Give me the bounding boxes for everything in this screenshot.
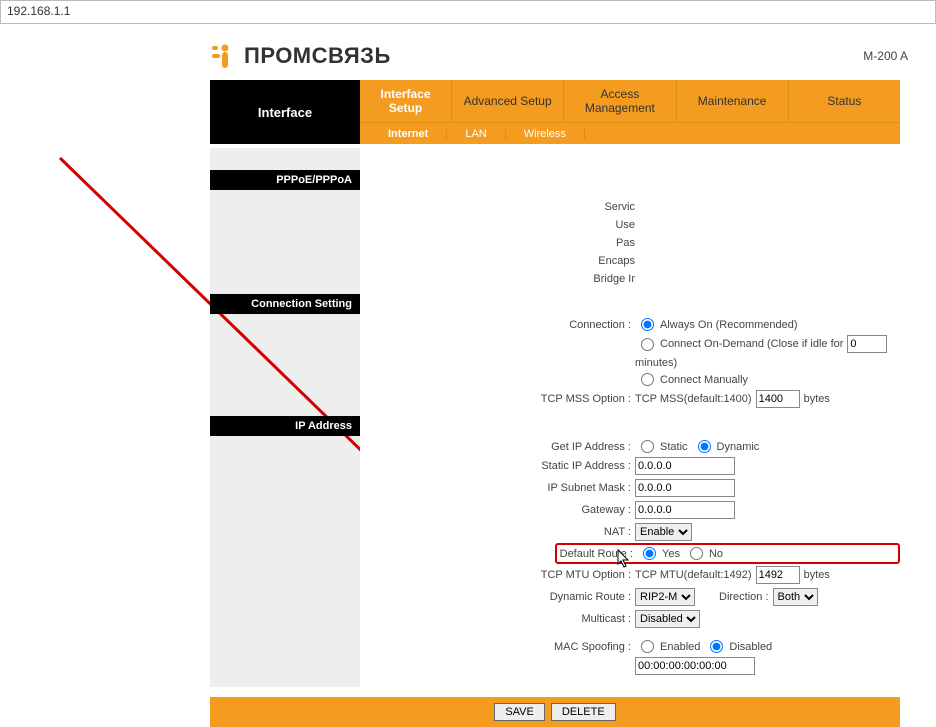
multicast-select[interactable]: Disabled xyxy=(635,610,700,628)
radio-defroute-yes[interactable] xyxy=(643,547,656,560)
trunc-bridge: Bridge Ir xyxy=(520,270,635,288)
tab-maintenance[interactable]: Maintenance xyxy=(677,80,789,122)
tab-advanced-setup[interactable]: Advanced Setup xyxy=(452,80,564,122)
radio-defroute-no[interactable] xyxy=(690,547,703,560)
macspoof-label: MAC Spoofing : xyxy=(360,641,635,653)
trunc-encaps: Encaps xyxy=(520,252,635,270)
tab-access-management[interactable]: Access Management xyxy=(564,80,676,122)
logo-icon xyxy=(210,42,238,70)
staticip-label: Static IP Address : xyxy=(360,460,635,472)
label-no: No xyxy=(709,548,723,560)
brand-name: ПРОМСВЯЗЬ xyxy=(244,43,391,69)
section-ip-address: IP Address xyxy=(210,416,360,436)
default-route-label: Default Route : xyxy=(557,548,637,560)
trunc-pass: Pas xyxy=(520,234,635,252)
tcpmss-bytes: bytes xyxy=(804,393,830,405)
radio-always-on[interactable] xyxy=(641,318,654,331)
top-nav: Interface Interface Setup Advanced Setup… xyxy=(210,80,900,144)
tab-interface-active[interactable]: Interface xyxy=(210,80,360,144)
section-pppoe: PPPoE/PPPoA xyxy=(210,170,360,190)
address-bar[interactable]: 192.168.1.1 xyxy=(0,0,936,24)
mtu-label: TCP MTU Option : xyxy=(360,569,635,581)
multicast-label: Multicast : xyxy=(360,613,635,625)
model-label: M-200 A xyxy=(863,49,908,63)
brand-logo: ПРОМСВЯЗЬ xyxy=(210,42,391,70)
address-bar-text: 192.168.1.1 xyxy=(7,4,70,18)
staticip-input[interactable] xyxy=(635,457,735,475)
sub-nav: Internet LAN Wireless xyxy=(360,122,900,144)
mac-input[interactable] xyxy=(635,657,755,675)
tab-status[interactable]: Status xyxy=(789,80,900,122)
label-mac-disabled: Disabled xyxy=(729,641,772,653)
subnav-internet[interactable]: Internet xyxy=(360,128,447,140)
label-mac-enabled: Enabled xyxy=(660,641,700,653)
mtu-bytes: bytes xyxy=(804,569,830,581)
radio-mac-enabled[interactable] xyxy=(641,640,654,653)
label-dynamic: Dynamic xyxy=(717,441,760,453)
radio-on-demand[interactable] xyxy=(641,338,654,351)
radio-manual[interactable] xyxy=(641,373,654,386)
nat-label: NAT : xyxy=(360,526,635,538)
label-always-on: Always On (Recommended) xyxy=(660,319,798,331)
direction-select[interactable]: Both xyxy=(773,588,818,606)
dynroute-label: Dynamic Route : xyxy=(360,591,635,603)
save-button[interactable]: SAVE xyxy=(494,703,545,721)
gateway-input[interactable] xyxy=(635,501,735,519)
subnet-label: IP Subnet Mask : xyxy=(360,482,635,494)
tcpmss-label: TCP MSS Option : xyxy=(360,393,635,405)
tcpmss-prefix: TCP MSS(default:1400) xyxy=(635,393,752,405)
footer-bar: SAVE DELETE xyxy=(210,697,900,727)
label-minutes: minutes) xyxy=(635,357,677,369)
tab-interface-setup[interactable]: Interface Setup xyxy=(360,80,452,122)
subnav-lan[interactable]: LAN xyxy=(447,128,505,140)
radio-dynamic[interactable] xyxy=(698,440,711,453)
idle-minutes-input[interactable] xyxy=(847,335,887,353)
subnav-wireless[interactable]: Wireless xyxy=(506,128,585,140)
label-manual: Connect Manually xyxy=(660,374,748,386)
direction-label: Direction : xyxy=(719,591,769,603)
connection-label: Connection : xyxy=(360,319,635,331)
label-on-demand: Connect On-Demand (Close if idle for xyxy=(660,338,843,350)
dynroute-select[interactable]: RIP2-M xyxy=(635,588,695,606)
delete-button[interactable]: DELETE xyxy=(551,703,616,721)
trunc-user: Use xyxy=(520,216,635,234)
radio-mac-disabled[interactable] xyxy=(710,640,723,653)
getip-label: Get IP Address : xyxy=(360,441,635,453)
subnet-input[interactable] xyxy=(635,479,735,497)
nat-select[interactable]: Enable xyxy=(635,523,692,541)
section-connection: Connection Setting xyxy=(210,294,360,314)
tcpmss-input[interactable] xyxy=(756,390,800,408)
gateway-label: Gateway : xyxy=(360,504,635,516)
label-yes: Yes xyxy=(662,548,680,560)
label-static: Static xyxy=(660,441,688,453)
mtu-input[interactable] xyxy=(756,566,800,584)
trunc-service: Servic xyxy=(520,198,635,216)
mtu-prefix: TCP MTU(default:1492) xyxy=(635,569,752,581)
radio-static[interactable] xyxy=(641,440,654,453)
